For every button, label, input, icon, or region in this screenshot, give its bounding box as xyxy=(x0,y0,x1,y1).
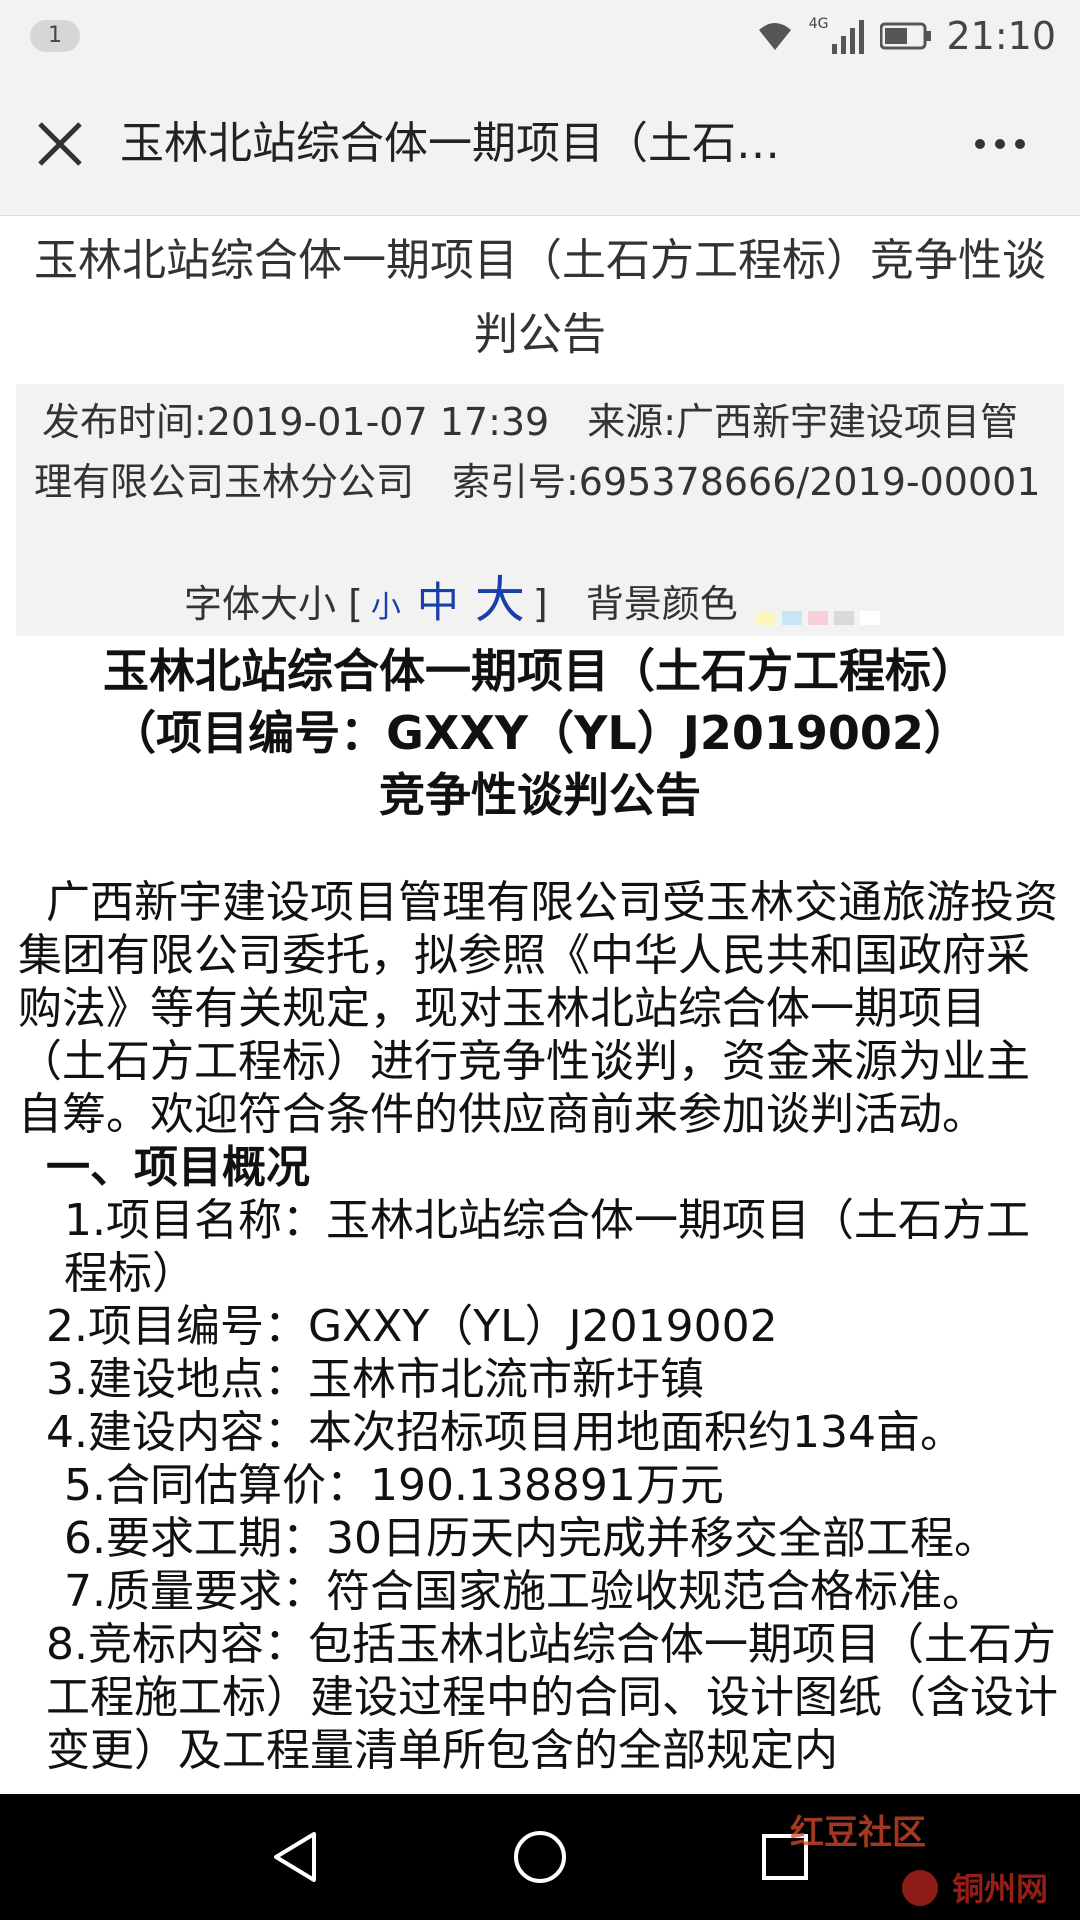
watermark-logo: 红豆社区 铜州网 xyxy=(770,1800,1070,1914)
font-size-control: 字体大小 [ 小 中 大 ] 背景颜色 xyxy=(184,570,880,638)
bg-swatch-yellow[interactable] xyxy=(755,611,776,625)
list-item: 2.项目编号：GXXY（YL）J2019002 xyxy=(46,1301,778,1352)
meta-source-index: 理有限公司玉林分公司 索引号:695378666/2019-00001 xyxy=(34,460,1041,504)
list-item: 3.建设地点：玉林市北流市新圩镇 xyxy=(46,1354,704,1405)
article-heading: 玉林北站综合体一期项目（土石方工程标）竞争性谈判公告 xyxy=(34,235,1046,360)
bg-swatch-pink[interactable] xyxy=(807,611,828,625)
font-large-button[interactable]: 大 xyxy=(475,570,525,630)
meta-publish-info: 发布时间:2019-01-07 17:39 来源:广西新宇建设项目管 xyxy=(42,400,1019,444)
signal-icon xyxy=(832,20,865,54)
list-item: 4.建设内容：本次招标项目用地面积约134亩。 xyxy=(46,1407,964,1458)
list-item: 7.质量要求：符合国家施工验收规范合格标准。 xyxy=(64,1566,986,1617)
status-icons: 4G 21:10 xyxy=(755,14,1056,58)
status-bar: 1 4G 21:10 xyxy=(0,0,1080,72)
notice-title-line1: 玉林北站综合体一期项目（土石方工程标） xyxy=(103,644,977,698)
title-bar: 玉林北站综合体一期项目（土石… xyxy=(0,72,1080,216)
more-options-icon[interactable] xyxy=(970,124,1030,164)
list-item: 6.要求工期：30日历天内完成并移交全部工程。 xyxy=(64,1513,998,1564)
bg-color-swatches xyxy=(755,611,880,625)
font-medium-button[interactable]: 中 xyxy=(417,573,459,633)
intro-paragraph: 广西新宇建设项目管理有限公司受玉林交通旅游投资集团有限公司委托，拟参照《中华人民… xyxy=(18,877,1058,1140)
network-type-label: 4G xyxy=(808,16,829,32)
article-body: 广西新宇建设项目管理有限公司受玉林交通旅游投资集团有限公司委托，拟参照《中华人民… xyxy=(18,876,1062,1777)
list-item: 1.项目名称：玉林北站综合体一期项目（土石方工程标） xyxy=(64,1195,1030,1299)
close-icon[interactable] xyxy=(30,114,90,174)
clock: 21:10 xyxy=(946,14,1056,58)
list-item: 5.合同估算价：190.138891万元 xyxy=(64,1460,724,1511)
article-meta: 发布时间:2019-01-07 17:39 来源:广西新宇建设项目管 理有限公司… xyxy=(16,384,1064,636)
notice-title-line3: 竞争性谈判公告 xyxy=(379,768,701,822)
back-icon[interactable] xyxy=(262,1822,332,1892)
font-small-button[interactable]: 小 xyxy=(371,578,401,638)
notice-title: 玉林北站综合体一期项目（土石方工程标） （项目编号：GXXY（YL）J20190… xyxy=(20,640,1060,826)
watermark-brand: 红豆社区 xyxy=(790,1813,926,1853)
home-icon[interactable] xyxy=(505,1822,575,1892)
bg-color-label: 背景颜色 xyxy=(585,582,738,626)
watermark-site: 铜州网 xyxy=(952,1870,1048,1908)
wifi-icon xyxy=(758,23,791,50)
font-size-label: 字体大小 [ xyxy=(184,582,363,626)
font-size-close-bracket: ] xyxy=(532,582,548,626)
notification-badge: 1 xyxy=(30,20,80,52)
bg-swatch-gray[interactable] xyxy=(833,611,854,625)
list-item: 8.竞标内容：包括玉林北站综合体一期项目（土石方工程施工标）建设过程中的合同、设… xyxy=(46,1619,1058,1776)
bg-swatch-blue[interactable] xyxy=(781,611,802,625)
page-title: 玉林北站综合体一期项目（土石… xyxy=(120,118,780,169)
bg-swatch-white[interactable] xyxy=(859,611,880,625)
section-heading: 一、项目概况 xyxy=(46,1142,310,1193)
notice-title-line2: （项目编号：GXXY（YL）J2019002） xyxy=(110,706,970,760)
battery-icon xyxy=(880,22,932,50)
